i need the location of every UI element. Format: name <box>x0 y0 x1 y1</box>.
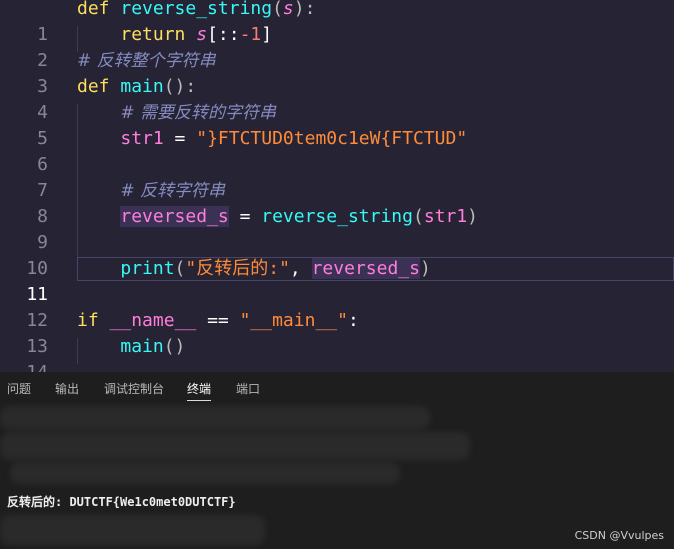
paren: () <box>163 336 186 357</box>
code-line[interactable]: 9 reversed_s = reverse_string(str1) <box>0 204 674 253</box>
colon: : <box>347 310 359 331</box>
function-name: reverse_string <box>120 0 273 19</box>
keyword: def <box>77 76 110 97</box>
parameter: s <box>196 24 208 45</box>
code-line[interactable]: 14 main() <box>0 334 674 383</box>
function-name: main <box>120 76 164 97</box>
redacted-region <box>10 462 400 484</box>
string-literal: "__main__" <box>228 310 348 331</box>
keyword: def <box>77 0 110 19</box>
code-line[interactable]: 5 # 需要反转的字符串 <box>0 100 674 149</box>
code-line[interactable]: 1 def reverse_string(s): <box>0 0 674 45</box>
argument: str1 <box>423 206 468 227</box>
slice-close: ] <box>261 24 273 45</box>
redacted-region <box>0 515 265 545</box>
bottom-panel: 问题 输出 调试控制台 终端 端口 反转后的: DUTCTF{We1c0met0… <box>0 372 674 549</box>
variable: str1 <box>120 128 164 149</box>
argument: reversed_s <box>311 258 420 279</box>
keyword: return <box>120 24 186 45</box>
code-line[interactable]: 13 if __name__ == "__main__": <box>0 308 674 357</box>
variable: reversed_s <box>120 206 229 227</box>
redacted-region <box>0 432 470 460</box>
code-editor[interactable]: 1 def reverse_string(s): 2 return s[::-1… <box>0 0 674 383</box>
tab-terminal[interactable]: 终端 <box>187 382 212 401</box>
code-line[interactable]: 8 # 反转字符串 <box>0 178 674 227</box>
string-literal: "}FTCTUD0tem0c1eW{FTCTUD" <box>196 128 468 149</box>
paren: (): <box>163 76 197 97</box>
comment: # 反转整个字符串 <box>77 51 216 71</box>
tab-problems[interactable]: 问题 <box>7 382 31 400</box>
function-name: main <box>120 336 164 357</box>
code-line[interactable]: 12 <box>0 282 674 331</box>
paren: ( <box>174 258 186 279</box>
function-name: print <box>120 258 175 279</box>
tab-ports[interactable]: 端口 <box>236 382 260 400</box>
paren: ( <box>272 0 283 19</box>
operator: = <box>228 206 262 227</box>
tab-output[interactable]: 输出 <box>55 382 79 400</box>
code-line[interactable]: 6 str1 = "}FTCTUD0tem0c1eW{FTCTUD" <box>0 126 674 175</box>
comment: # 反转字符串 <box>120 181 226 201</box>
variable: __name__ <box>98 310 208 331</box>
function-name: reverse_string <box>261 206 413 227</box>
paren: ) <box>419 258 431 279</box>
code-line[interactable]: 3 # 反转整个字符串 <box>0 48 674 97</box>
tab-debug-console[interactable]: 调试控制台 <box>104 382 164 400</box>
string-literal: "反转后的:" <box>185 258 290 279</box>
parameter: s <box>282 0 294 19</box>
comma: , <box>289 258 312 279</box>
number: -1 <box>239 24 262 45</box>
code-line[interactable]: 11 print("反转后的:", reversed_s) <box>0 256 674 305</box>
slice-open: [:: <box>207 24 240 45</box>
watermark: CSDN @Vvulpes <box>574 529 664 542</box>
keyword: if <box>77 310 99 331</box>
paren: ( <box>412 206 424 227</box>
panel-tabs: 问题 输出 调试控制台 终端 端口 <box>0 372 674 406</box>
code-line[interactable]: 2 return s[::-1] <box>0 22 674 71</box>
paren: ): <box>293 0 316 19</box>
comment: # 需要反转的字符串 <box>120 103 277 123</box>
redacted-region <box>0 406 430 430</box>
terminal-output-line: 反转后的: DUTCTF{We1c0met0DUTCTF} <box>7 495 236 509</box>
code-line[interactable]: 10 <box>0 230 674 279</box>
paren: ) <box>467 206 479 227</box>
operator: == <box>207 310 229 331</box>
code-line[interactable]: 4 def main(): <box>0 74 674 123</box>
code-line[interactable]: 7 <box>0 152 674 201</box>
operator: = <box>163 128 197 149</box>
